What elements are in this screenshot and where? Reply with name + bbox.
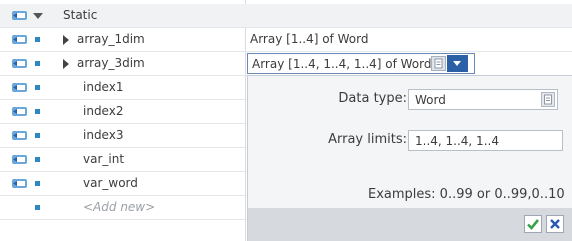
variable-name[interactable]: array_3dim (77, 56, 145, 70)
expand-arrow-icon[interactable] (63, 59, 69, 69)
element-bullet-icon (35, 133, 40, 138)
array-limits-label: Array limits: (328, 132, 407, 147)
close-icon (550, 219, 560, 229)
interface-icon (12, 35, 27, 44)
ok-button[interactable] (524, 215, 542, 233)
element-bullet-icon (35, 85, 40, 90)
interface-icon (12, 107, 27, 116)
collapse-arrow-icon[interactable] (33, 13, 43, 19)
table-row[interactable]: array_1dim Array [1..4] of Word (0, 28, 572, 52)
element-bullet-icon (35, 61, 40, 66)
array-limits-value[interactable]: 1..4, 1..4, 1..4 (415, 134, 499, 148)
interface-icon (12, 83, 27, 92)
chevron-down-icon (453, 61, 461, 66)
data-type-value[interactable]: Word (415, 93, 446, 107)
data-type-picker-button[interactable] (541, 92, 555, 107)
table-row-static[interactable]: Static (0, 4, 572, 28)
element-bullet-icon (35, 181, 40, 186)
interface-icon (12, 131, 27, 140)
element-bullet-icon (35, 109, 40, 114)
data-type-editor-value[interactable]: Array [1..4, 1..4, 1..4] of Word (252, 57, 432, 71)
variable-name[interactable]: index3 (83, 128, 123, 142)
data-type-label: Data type: (338, 91, 407, 106)
variable-name[interactable]: var_word (83, 176, 138, 190)
cancel-button[interactable] (546, 215, 564, 233)
expand-arrow-icon[interactable] (63, 35, 69, 45)
list-icon (544, 94, 552, 105)
checkmark-icon (527, 219, 540, 230)
array-dialog: Data type: Word Array limits: 1..4, 1..4… (247, 75, 572, 241)
data-type-field[interactable]: Word (408, 89, 558, 110)
variable-name[interactable]: index1 (83, 80, 123, 94)
type-picker-button[interactable] (431, 56, 446, 71)
data-type-editor[interactable]: Array [1..4, 1..4, 1..4] of Word (247, 53, 475, 74)
variable-name[interactable]: array_1dim (77, 32, 145, 46)
element-bullet-icon (35, 157, 40, 162)
array-limits-input[interactable]: 1..4, 1..4, 1..4 (408, 130, 563, 151)
section-label: Static (63, 8, 98, 22)
interface-icon (12, 179, 27, 188)
dialog-footer (248, 208, 572, 241)
element-bullet-icon (35, 205, 40, 210)
variable-type[interactable]: Array [1..4] of Word (250, 32, 368, 46)
variable-name[interactable]: var_int (83, 152, 124, 166)
add-new-label[interactable]: <Add new> (83, 200, 155, 214)
list-icon (434, 58, 443, 69)
examples-text: Examples: 0..99 or 0..99,0..10 (368, 187, 565, 202)
element-bullet-icon (35, 37, 40, 42)
interface-icon (12, 59, 27, 68)
dropdown-button[interactable] (447, 55, 468, 72)
interface-icon (12, 11, 27, 20)
interface-icon (12, 155, 27, 164)
variable-name[interactable]: index2 (83, 104, 123, 118)
